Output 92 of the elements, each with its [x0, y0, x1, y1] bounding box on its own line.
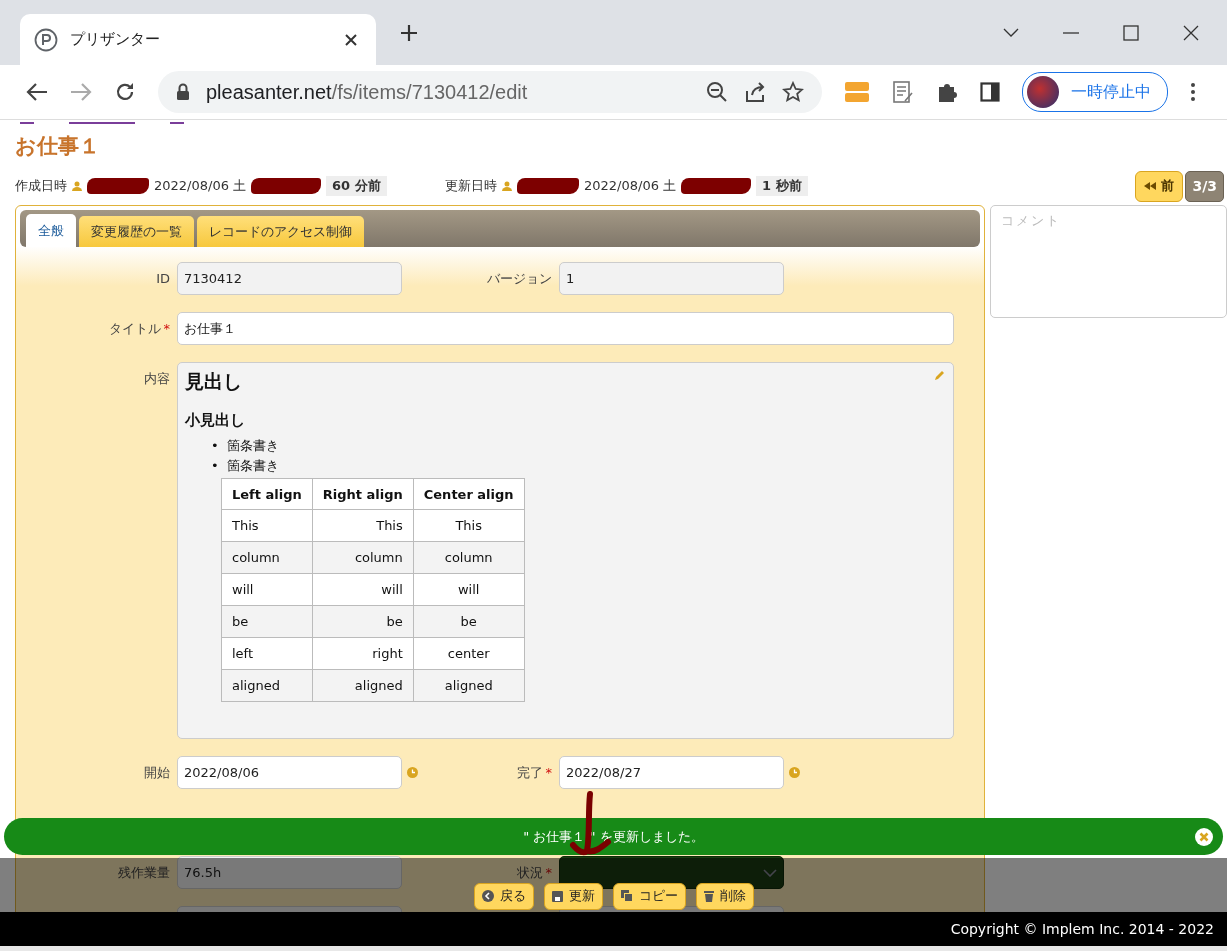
- table-cell: will: [413, 573, 525, 606]
- bullet: •: [211, 457, 219, 475]
- previous-button[interactable]: 前: [1135, 170, 1184, 202]
- user-icon: [502, 181, 512, 191]
- table-cell: This: [312, 509, 414, 542]
- browser-tab[interactable]: プリザンター: [20, 14, 376, 65]
- field-label: 完了: [516, 763, 543, 782]
- page-title: お仕事１: [15, 134, 100, 158]
- required-mark: *: [163, 320, 170, 336]
- copyright-text: Copyright © Implem Inc. 2014 - 2022: [950, 921, 1214, 937]
- copy-icon: [620, 890, 633, 902]
- input-field[interactable]: 7130412: [177, 262, 402, 295]
- subheading: 小見出し: [185, 411, 245, 429]
- meta-label: 作成日時: [15, 177, 67, 195]
- trash-icon: [703, 890, 714, 902]
- reload-icon[interactable]: [114, 81, 136, 103]
- zoom-out-icon[interactable]: [706, 81, 728, 103]
- menu-icon[interactable]: [1190, 82, 1196, 102]
- field-label: タイトル: [108, 319, 161, 338]
- list-item: 箇条書き: [226, 457, 279, 475]
- url-text: pleasanter.net/fs/items/7130412/edit: [206, 80, 528, 104]
- table-cell: center: [413, 637, 525, 670]
- minimize-icon[interactable]: [1063, 31, 1079, 34]
- table-cell: be: [413, 605, 525, 638]
- side-panel-icon[interactable]: [980, 82, 1000, 102]
- input-field[interactable]: お仕事１: [177, 312, 954, 345]
- table-cell: column: [413, 541, 525, 574]
- table-cell: This: [221, 509, 313, 542]
- input-field[interactable]: 1: [559, 262, 784, 295]
- field-label: 状況: [516, 863, 543, 882]
- table-cell: right: [312, 637, 414, 670]
- heading: 見出し: [185, 370, 242, 392]
- field-label: 開始: [144, 763, 170, 782]
- bullet: •: [211, 437, 219, 455]
- table-cell: be: [221, 605, 313, 638]
- record-counter: 3/3: [1185, 170, 1224, 202]
- table-cell: column: [312, 541, 414, 574]
- close-icon[interactable]: [344, 32, 358, 47]
- chevron-down-icon[interactable]: [1003, 27, 1019, 38]
- field-label: バージョン: [487, 269, 552, 288]
- date-field[interactable]: 2022/08/06: [177, 756, 402, 789]
- elapsed-time: 60 分前: [326, 176, 387, 196]
- tab[interactable]: レコードのアクセス制御: [197, 216, 364, 247]
- maximize-icon[interactable]: [1123, 24, 1139, 41]
- address-bar[interactable]: pleasanter.net/fs/items/7130412/edit: [158, 71, 822, 113]
- puzzle-icon[interactable]: [936, 81, 958, 103]
- table-cell: This: [413, 509, 525, 542]
- profile-button[interactable]: 一時停止中: [1022, 72, 1168, 112]
- column-header: Right align: [312, 478, 414, 510]
- table-cell: aligned: [312, 669, 414, 702]
- new-tab-icon[interactable]: [400, 23, 418, 42]
- field-label: 残作業量: [118, 863, 170, 882]
- share-icon[interactable]: [744, 81, 766, 103]
- close-icon[interactable]: [1183, 24, 1199, 41]
- back-arrow-icon[interactable]: [26, 82, 48, 102]
- required-mark: *: [545, 764, 552, 780]
- note-icon[interactable]: [892, 80, 914, 104]
- redaction-mark: [87, 178, 149, 194]
- table-cell: aligned: [413, 669, 525, 702]
- avatar-icon: [1027, 76, 1059, 108]
- content-area[interactable]: 見出し 小見出し • 箇条書き • 箇条書き Left align Right align Center align This This This column column column will will will be be be left right center aligned aligned aligned: [177, 362, 954, 739]
- tab[interactable]: 全般: [26, 214, 76, 247]
- table-cell: be: [312, 605, 414, 638]
- tab-title: プリザンター: [70, 30, 161, 49]
- column-header: Left align: [221, 478, 313, 510]
- table-cell: column: [221, 541, 313, 574]
- logo-icon: [34, 27, 58, 52]
- meta-label: 更新日時: [445, 177, 497, 195]
- meta-date: 2022/08/06 土: [584, 177, 677, 195]
- field-label: ID: [156, 271, 170, 286]
- user-icon: [72, 181, 82, 191]
- chevron-down-icon: [763, 868, 777, 877]
- meta-date: 2022/08/06 土: [154, 177, 247, 195]
- date-field[interactable]: 2022/08/27: [559, 756, 784, 789]
- redaction-mark: [681, 178, 752, 194]
- star-icon[interactable]: [782, 81, 804, 103]
- redaction-mark: [251, 178, 322, 194]
- redaction-mark: [517, 178, 579, 194]
- input-field[interactable]: 76.5h: [177, 856, 402, 889]
- table-cell: will: [312, 573, 414, 606]
- table-cell: left: [221, 637, 313, 670]
- table-cell: aligned: [221, 669, 313, 702]
- column-header: Center align: [413, 478, 525, 510]
- lock-icon: [176, 83, 190, 101]
- table-cell: will: [221, 573, 313, 606]
- tab[interactable]: 変更履歴の一覧: [79, 216, 194, 247]
- required-mark: *: [545, 864, 552, 880]
- field-label: 内容: [144, 370, 170, 388]
- double-left-arrow-icon: [1144, 182, 1157, 190]
- comment-field[interactable]: コメント: [990, 205, 1227, 318]
- list-item: 箇条書き: [226, 437, 279, 455]
- elapsed-time: 1 秒前: [756, 176, 808, 196]
